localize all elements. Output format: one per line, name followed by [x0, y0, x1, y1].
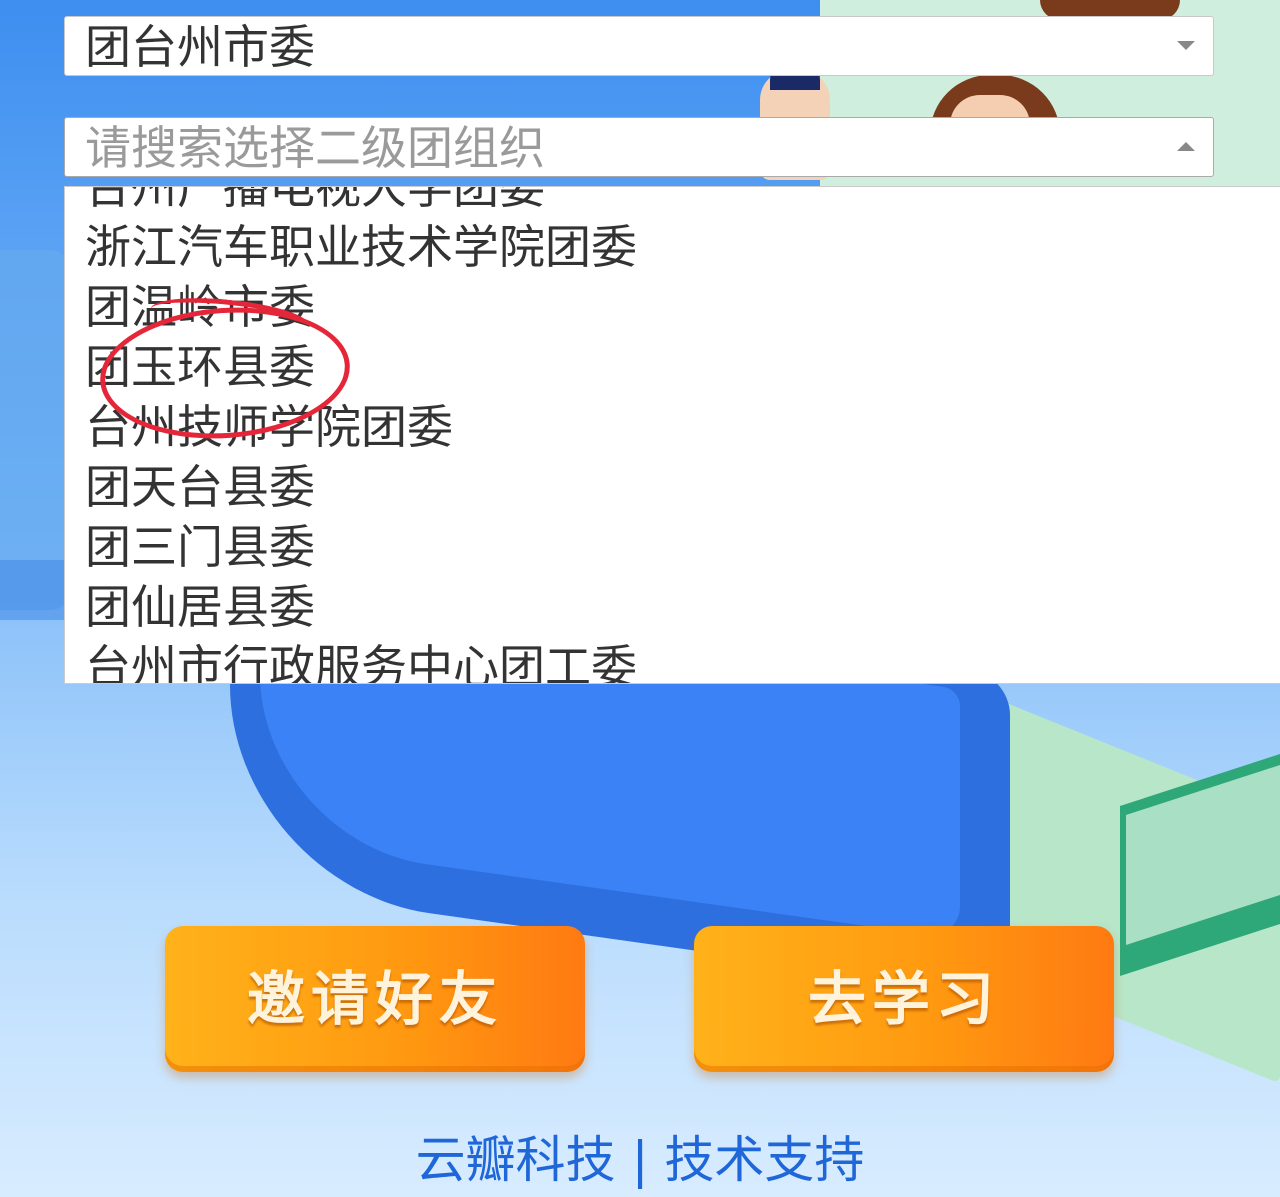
dropdown-option[interactable]: 团天台县委 — [65, 457, 1280, 517]
footer-support: 技术支持 — [664, 1131, 865, 1189]
book-illustration — [1120, 754, 1280, 976]
background-shape — [0, 560, 70, 620]
footer-separator: | — [631, 1131, 649, 1189]
dropdown-option[interactable]: 团仙居县委 — [65, 577, 1280, 637]
primary-org-select[interactable]: 团台州市委 — [64, 16, 1214, 76]
dropdown-option[interactable]: 团三门县委 — [65, 517, 1280, 577]
book-illustration — [1126, 764, 1280, 946]
background-shape — [0, 250, 70, 610]
dropdown-option[interactable]: 台州广播电视大学团委 — [65, 187, 1280, 217]
primary-org-value: 团台州市委 — [85, 20, 315, 74]
footer-credit: 云瓣科技 | 技术支持 — [0, 1128, 1280, 1192]
chevron-down-icon — [1177, 41, 1195, 50]
dropdown-option[interactable]: 浙江汽车职业技术学院团委 — [65, 217, 1280, 277]
dropdown-option[interactable]: 台州市行政服务中心团工委 — [65, 637, 1280, 683]
invite-friends-button[interactable]: 邀请好友 — [165, 926, 585, 1072]
secondary-org-search-select[interactable]: 请搜索选择二级团组织 — [64, 117, 1214, 177]
chevron-up-icon — [1177, 142, 1195, 151]
go-study-button[interactable]: 去学习 — [694, 926, 1114, 1072]
secondary-org-placeholder: 请搜索选择二级团组织 — [85, 121, 545, 175]
footer-company: 云瓣科技 — [415, 1131, 616, 1189]
